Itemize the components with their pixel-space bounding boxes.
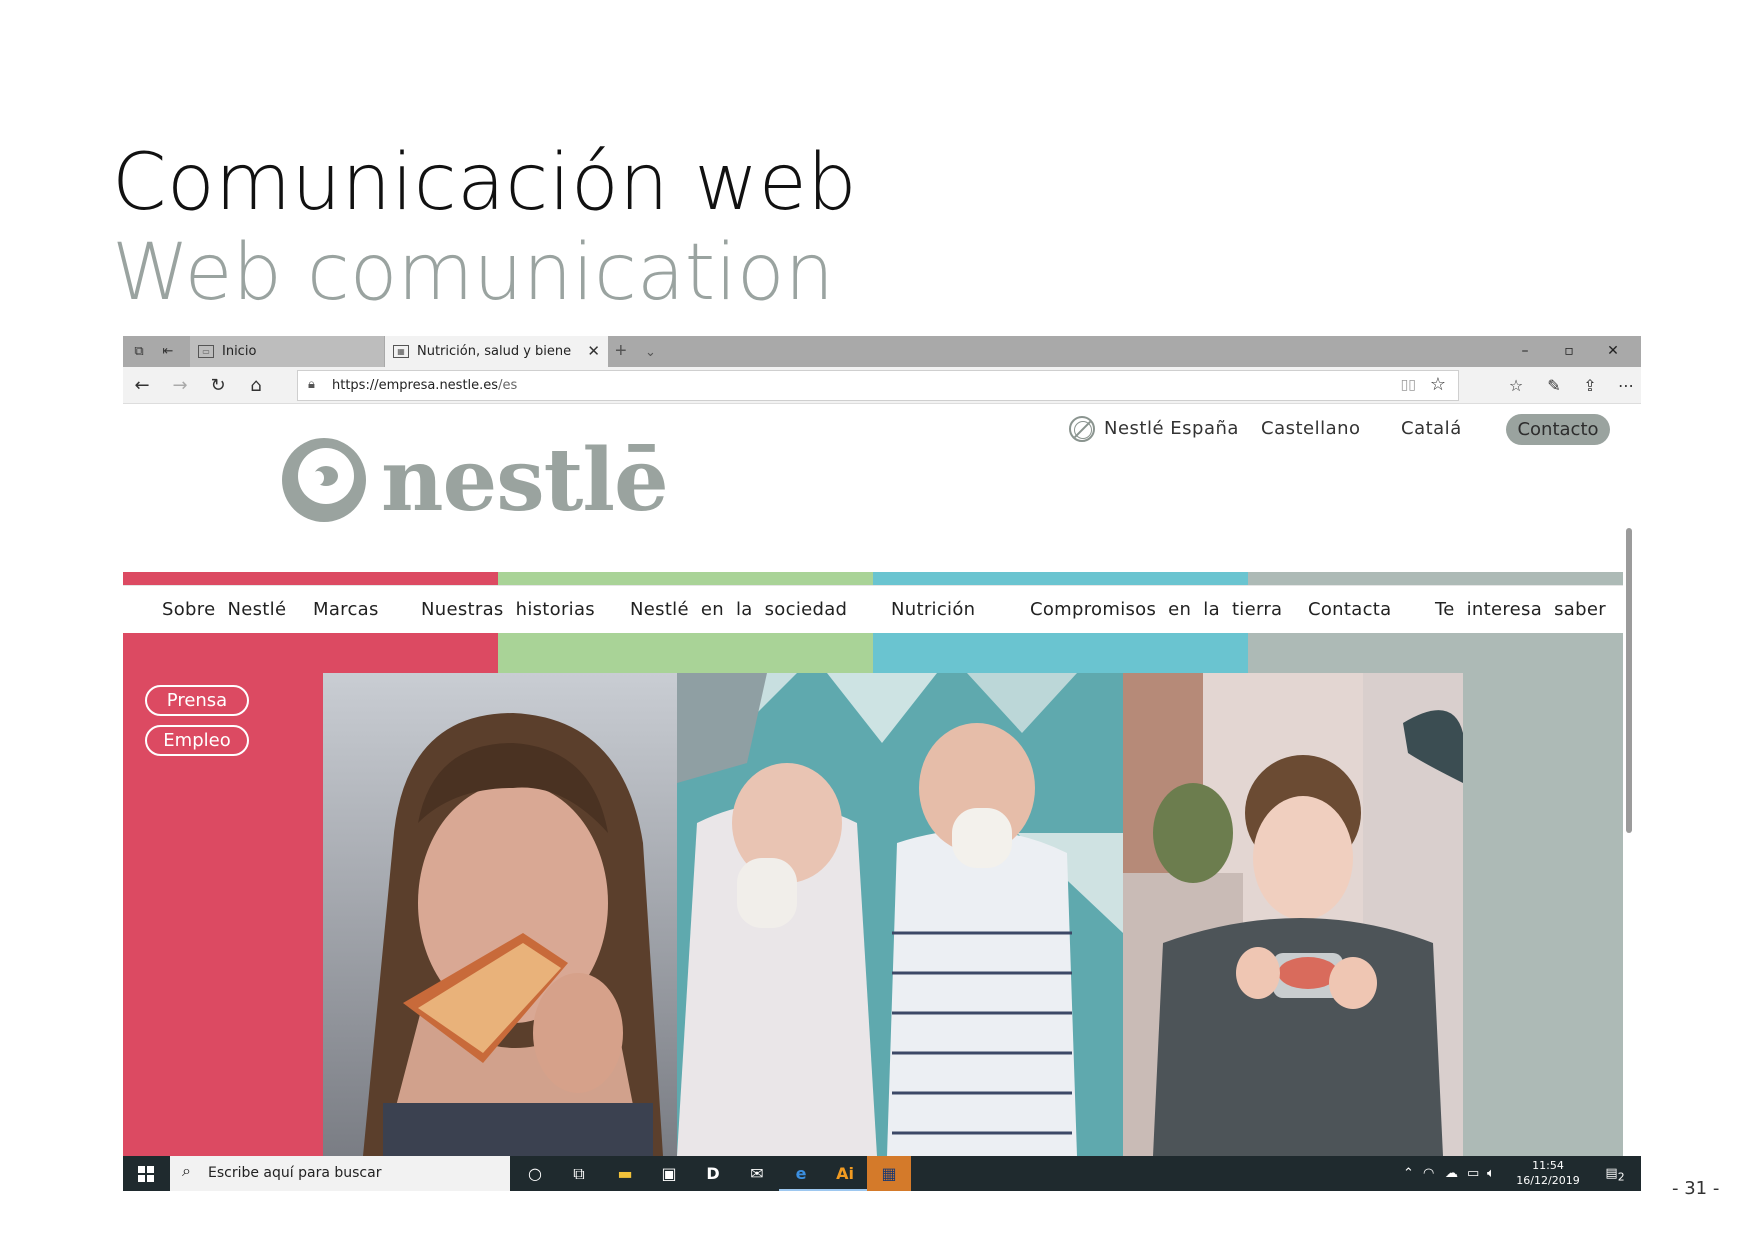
clock-date: 16/12/2019 [1516,1174,1580,1187]
clock-time: 11:54 [1532,1159,1564,1172]
illustrator-icon[interactable]: Ai [823,1156,867,1191]
chevron-down-icon[interactable]: ⌄ [645,336,656,367]
slide: Comunicación web Web comunication ⧉ ⇤ ▭ … [0,0,1755,1241]
edge-icon[interactable]: e [779,1156,823,1191]
color-stripe-pink [123,572,498,585]
hero-photo-babies [677,673,1123,1156]
tray-expand-icon[interactable]: ⌃ [1403,1156,1414,1191]
notification-count: 2 [1617,1170,1625,1184]
lang-castellano-link[interactable]: Castellano [1261,414,1361,444]
favorite-star-icon[interactable]: ☆ [1430,374,1446,395]
notifications-icon[interactable]: ▤2 [1601,1156,1629,1191]
restore-button[interactable]: ▫ [1547,336,1591,367]
cortana-icon[interactable]: ○ [513,1156,557,1191]
close-tab-icon[interactable]: ✕ [587,336,600,367]
browser-tab-bar: ⧉ ⇤ ▭ Inicio ▦ Nutrición, salud y biene … [123,336,1641,367]
tab-label: Inicio [222,344,257,359]
hero-photo-boy [1123,673,1463,1156]
set-aside-tabs-icon[interactable]: ⇤ [158,342,178,362]
store-icon[interactable]: ▣ [647,1156,691,1191]
browser-screenshot: ⧉ ⇤ ▭ Inicio ▦ Nutrición, salud y biene … [123,336,1641,1191]
left-side-panel: Prensa Empleo [123,673,323,1156]
tab-actions-icon[interactable]: ⧉ [129,342,149,362]
site-favicon-icon: ▦ [393,345,409,358]
battery-icon[interactable]: ▭ [1467,1156,1479,1191]
tab-nutricion[interactable]: ▦ Nutrición, salud y biene ✕ [385,336,608,367]
home-icon[interactable]: ⌂ [241,371,271,401]
favorites-icon[interactable]: ☆ [1501,371,1531,401]
file-explorer-icon[interactable]: ▬ [603,1156,647,1191]
close-window-button[interactable]: ✕ [1591,336,1635,367]
menu-item-contacta[interactable]: Contacta [1308,586,1391,634]
pen-notes-icon[interactable]: ✎ [1539,371,1569,401]
hero-photo-woman-pizza [323,673,677,1156]
reading-view-icon[interactable]: ▯▯ [1401,376,1416,393]
menu-item-nestle-sociedad[interactable]: Nestlé en la sociedad [630,586,847,634]
nestle-logo-mark[interactable] [278,434,370,526]
wifi-icon[interactable]: ◠ [1423,1156,1434,1191]
globe-icon [1069,416,1095,442]
windows-taskbar: ⌕ Escribe aquí para buscar ○ ⧉ ▬ ▣ D ✉ e… [123,1156,1641,1191]
page-scrollbar[interactable] [1626,528,1632,833]
empleo-button[interactable]: Empleo [145,725,249,756]
minimize-button[interactable]: – [1503,336,1547,367]
main-menu: Sobre Nestlé Marcas Nuestras historias N… [123,585,1623,633]
lang-catala-link[interactable]: Catalá [1401,414,1462,444]
url-bar[interactable]: 🔒︎ https://empresa.nestle.es/es ▯▯ ☆ [297,370,1459,401]
right-side-panel [1463,673,1623,1156]
menu-item-marcas[interactable]: Marcas [313,586,379,634]
menu-item-sobre-nestle[interactable]: Sobre Nestlé [162,586,286,634]
task-view-icon[interactable]: ⧉ [557,1156,601,1191]
country-link[interactable]: Nestlé España [1104,414,1239,444]
color-stripe-gray [1248,572,1623,585]
taskbar-search-box[interactable]: ⌕ Escribe aquí para buscar [170,1156,510,1191]
color-block-gray [1248,633,1623,673]
forward-arrow-icon[interactable]: → [165,371,195,401]
url-text[interactable]: https://empresa.nestle.es/es [332,378,517,393]
prensa-button[interactable]: Prensa [145,685,249,716]
color-stripe-green [498,572,873,585]
page-icon: ▭ [198,345,214,358]
windows-start-icon[interactable] [123,1156,170,1191]
search-placeholder: Escribe aquí para buscar [208,1165,382,1181]
new-tab-icon[interactable]: + [615,336,627,367]
mail-icon[interactable]: ✉ [735,1156,779,1191]
more-options-icon[interactable]: ⋯ [1611,371,1641,401]
color-stripe-teal [873,572,1248,585]
tab-label: Nutrición, salud y biene [417,344,572,359]
slide-title-spanish: Comunicación web [112,138,858,228]
nestle-website: Nestlé España Castellano Catalá Contacto… [123,404,1632,1156]
menu-item-nuestras-historias[interactable]: Nuestras historias [421,586,595,634]
volume-icon[interactable]: 🔈︎ [1487,1156,1495,1191]
taskbar-clock[interactable]: 11:54 16/12/2019 [1508,1158,1588,1188]
dash-app-icon[interactable]: D [691,1156,735,1191]
color-block-green [498,633,873,673]
color-block-teal [873,633,1248,673]
menu-item-compromisos[interactable]: Compromisos en la tierra [1030,586,1282,634]
search-icon: ⌕ [182,1163,191,1180]
tab-inicio[interactable]: ▭ Inicio [190,336,384,367]
back-arrow-icon[interactable]: ← [127,371,157,401]
lock-icon: 🔒︎ [308,376,315,391]
photo-app-icon[interactable]: ▦ [867,1156,911,1191]
slide-title-english: Web comunication [112,228,835,318]
refresh-icon[interactable]: ↻ [203,371,233,401]
color-block-pink [123,633,498,673]
address-toolbar: ← → ↻ ⌂ 🔒︎ https://empresa.nestle.es/es … [123,367,1641,404]
contacto-button[interactable]: Contacto [1506,414,1610,445]
share-icon[interactable]: ⇪ [1575,371,1605,401]
onedrive-icon[interactable]: ☁ [1445,1156,1458,1191]
menu-item-te-interesa[interactable]: Te interesa saber [1435,586,1606,634]
nestle-logo-text[interactable]: nestlē [381,430,669,531]
menu-item-nutricion[interactable]: Nutrición [891,586,975,634]
page-number: - 31 - [1672,1178,1720,1199]
